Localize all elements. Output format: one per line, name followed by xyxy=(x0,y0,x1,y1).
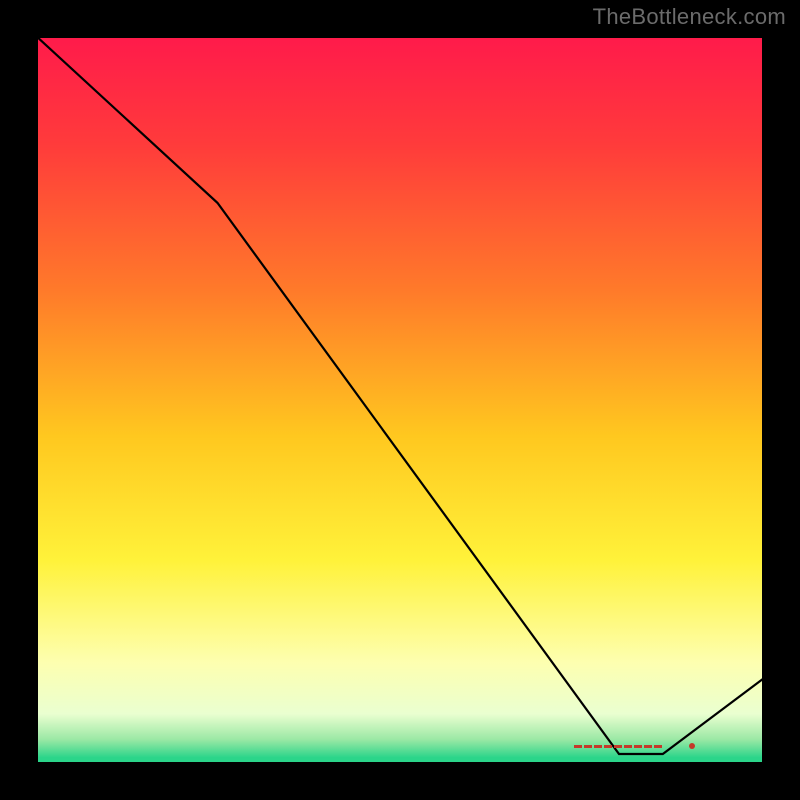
plot-area xyxy=(35,35,765,765)
chart-frame: TheBottleneck.com xyxy=(0,0,800,800)
gradient-panel xyxy=(35,35,765,765)
gpu-marker-label xyxy=(574,740,664,752)
watermark-text: TheBottleneck.com xyxy=(593,4,786,30)
plot-svg xyxy=(35,35,765,765)
